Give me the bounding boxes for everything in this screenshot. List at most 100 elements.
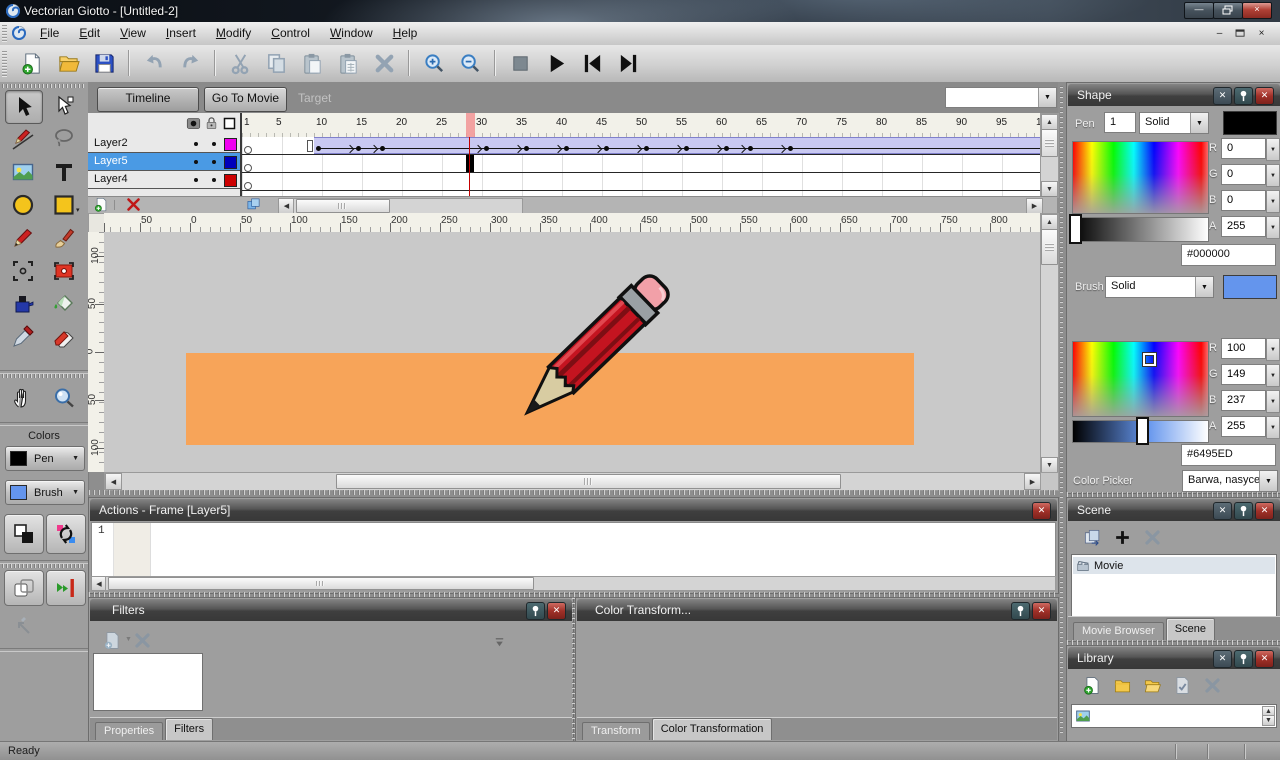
lasso-tool[interactable]	[46, 123, 82, 155]
playhead-marker[interactable]	[466, 113, 475, 137]
magnifier-tool[interactable]	[46, 382, 82, 414]
toolbar-overflow-chevron[interactable]	[493, 636, 506, 649]
target-combobox[interactable]: ▼	[945, 87, 1057, 108]
layer-visibility-dot[interactable]	[194, 178, 198, 182]
color-transform-tab-color-transformation[interactable]: Color Transformation	[652, 718, 773, 740]
delete-layer-button[interactable]	[126, 197, 142, 213]
filters-pin-button[interactable]	[526, 602, 545, 620]
mdi-minimize-button[interactable]: –	[1211, 27, 1228, 41]
timeline-frames-area[interactable]	[242, 137, 1040, 196]
scene-tab-scene[interactable]: Scene	[1166, 618, 1215, 640]
brush-slider-handle[interactable]	[1136, 417, 1149, 445]
pen-g-spinner[interactable]: ▼	[1266, 164, 1280, 187]
scene-list[interactable]: Movie	[1071, 554, 1277, 617]
scene-item-movie[interactable]: Movie	[1073, 557, 1275, 574]
frames-row-layer4[interactable]	[242, 173, 1040, 191]
library-list[interactable]: ▲ ▼	[1071, 704, 1277, 728]
go-to-movie-button[interactable]: Go To Movie	[204, 87, 287, 112]
brush-r-spinner[interactable]: ▼	[1266, 338, 1280, 361]
current-frame-cursor[interactable]	[466, 155, 474, 172]
brush-b-spinner[interactable]: ▼	[1266, 390, 1280, 413]
subselect-tool[interactable]	[46, 90, 82, 122]
close-button[interactable]: ×	[1242, 2, 1272, 19]
timeline-vertical-scrollbar[interactable]: ▲ ▼	[1040, 113, 1059, 198]
brush-style-combobox[interactable]: Solid ▼	[1105, 276, 1214, 298]
bitmap-tool[interactable]	[5, 156, 41, 188]
keyframe-dot[interactable]	[380, 146, 385, 151]
keyframe-dot[interactable]	[316, 146, 321, 151]
layer-color-swatch[interactable]	[224, 138, 237, 151]
pen-g-input[interactable]: 0	[1221, 164, 1266, 185]
library-folder-open-button[interactable]	[1143, 676, 1163, 696]
brush-g-input[interactable]: 149	[1221, 364, 1266, 385]
pen-value-slider[interactable]	[1072, 217, 1209, 242]
splitter-right-column[interactable]	[1060, 86, 1063, 736]
brush-hex-input[interactable]: #6495ED	[1181, 444, 1276, 466]
snap-button[interactable]	[10, 614, 34, 638]
library-panel-titlebar[interactable]: Library ✕ ✕	[1068, 647, 1280, 669]
keyframe-dot[interactable]	[684, 146, 689, 151]
canvas-scroll-right-button[interactable]: ▶	[1024, 473, 1041, 490]
open-button[interactable]	[53, 49, 83, 77]
color-transform-titlebar[interactable]: Color Transform... ✕	[577, 599, 1057, 621]
color-picker-arrow[interactable]: ▼	[1259, 471, 1277, 491]
pen-hue-picker[interactable]	[1072, 141, 1209, 214]
canvas-vertical-scrollbar[interactable]: ▲ ▼	[1040, 213, 1059, 474]
frames-row-layer2[interactable]	[242, 137, 1040, 155]
pen-color-button[interactable]: Pen ▼	[5, 446, 85, 471]
shape-pin-button[interactable]	[1234, 87, 1253, 105]
toolbar-grip[interactable]	[2, 51, 7, 77]
library-dock-button[interactable]: ✕	[1213, 650, 1232, 668]
pen-r-input[interactable]: 0	[1221, 138, 1266, 159]
keyframe-dot[interactable]	[788, 146, 793, 151]
canvas-horizontal-scrollbar[interactable]: ◀ ▶	[104, 472, 1042, 491]
rectangle-tool[interactable]	[46, 189, 82, 221]
menu-item-window[interactable]: Window	[320, 22, 383, 45]
shape-close-button[interactable]: ✕	[1255, 87, 1274, 105]
layer-row-layer2[interactable]: Layer2	[88, 135, 240, 153]
keyframe-dot[interactable]	[356, 146, 361, 151]
timeline-frame-ruler[interactable]: 1510152025303540455055606570758085909510…	[242, 113, 1040, 138]
scene-duplicate-scene-button[interactable]	[1083, 528, 1103, 548]
pen-r-spinner[interactable]: ▼	[1266, 138, 1280, 161]
actions-horizontal-scrollbar[interactable]: ◀	[91, 576, 1054, 590]
show-hide-all-layers-icon[interactable]	[186, 116, 201, 131]
filters-close-button[interactable]: ✕	[547, 602, 566, 620]
library-new-item-button[interactable]	[1083, 676, 1103, 696]
mdi-close-button[interactable]: ×	[1253, 27, 1270, 41]
brush-hue-picker[interactable]	[1072, 341, 1209, 417]
shape-panel-titlebar[interactable]: Shape ✕ ✕	[1068, 84, 1280, 106]
brush-color-preview[interactable]	[1223, 275, 1277, 299]
stage-canvas[interactable]	[104, 232, 1040, 472]
oval-tool[interactable]	[5, 189, 41, 221]
layer-visibility-dot[interactable]	[194, 142, 198, 146]
script-editor[interactable]: 1	[91, 522, 1056, 578]
pen-hex-input[interactable]: #000000	[1181, 244, 1276, 266]
layer-color-swatch[interactable]	[224, 156, 237, 169]
free-transform-tool[interactable]	[5, 255, 41, 287]
brush-a-spinner[interactable]: ▼	[1266, 416, 1280, 439]
keyframe-dot[interactable]	[644, 146, 649, 151]
layer-color-swatch[interactable]	[224, 174, 237, 187]
arrow-tool[interactable]	[5, 90, 43, 124]
minimize-button[interactable]: —	[1184, 2, 1214, 19]
edit-multiple-frames-button[interactable]	[46, 570, 86, 606]
pen-width-input[interactable]: 1	[1104, 112, 1136, 133]
pen-style-combobox[interactable]: Solid ▼	[1139, 112, 1209, 134]
paint-bucket-tool[interactable]	[46, 288, 82, 320]
layer-lock-dot[interactable]	[212, 178, 216, 182]
library-spin-down-button[interactable]: ▼	[1262, 715, 1275, 726]
keyframe-dot[interactable]	[484, 146, 489, 151]
rectangle-tool-flyout-arrow[interactable]: ▾	[76, 206, 80, 214]
mdi-restore-button[interactable]	[1232, 27, 1249, 41]
play-button[interactable]	[541, 49, 571, 77]
library-pin-button[interactable]	[1234, 650, 1253, 668]
timeline-scroll-up-button[interactable]: ▲	[1041, 114, 1058, 130]
zoom-out-button[interactable]	[455, 49, 485, 77]
menu-item-edit[interactable]: Edit	[69, 22, 110, 45]
brush-style-arrow[interactable]: ▼	[1195, 277, 1213, 297]
keyframe-dot[interactable]	[604, 146, 609, 151]
menu-item-modify[interactable]: Modify	[206, 22, 261, 45]
empty-keyframe[interactable]	[244, 164, 252, 172]
layer-lock-dot[interactable]	[212, 142, 216, 146]
